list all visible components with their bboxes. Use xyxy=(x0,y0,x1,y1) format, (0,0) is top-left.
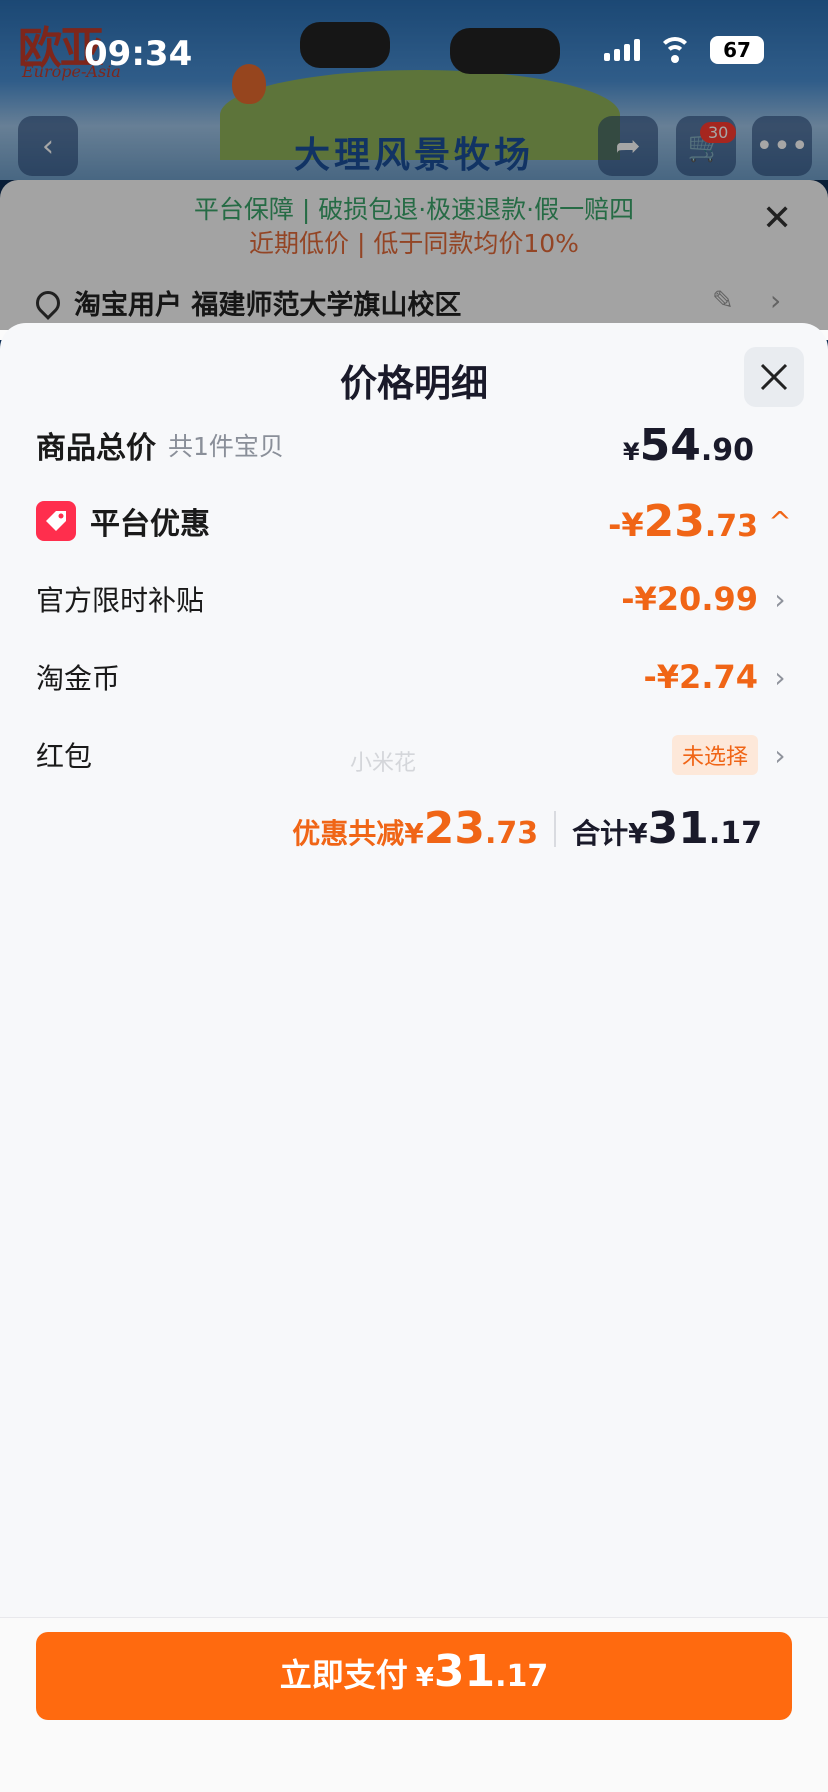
chevron-up-icon[interactable]: ^ xyxy=(768,505,792,538)
platform-discount-label: 平台优惠 xyxy=(90,507,210,542)
chevron-right-icon: › xyxy=(774,738,786,772)
status-time: 09:34 xyxy=(84,34,193,74)
goods-total-decimal: .90 xyxy=(700,432,754,468)
total-discount-decimal: .73 xyxy=(484,816,539,851)
pay-decimal: .17 xyxy=(495,1659,549,1694)
bottom-pay-bar: 立即支付 ¥ 31 .17 xyxy=(0,1617,828,1792)
goods-total-integer: 54 xyxy=(639,419,701,471)
cellular-signal-icon xyxy=(604,39,640,61)
subsidy-row[interactable]: 官方限时补贴 -¥20.99 › xyxy=(36,569,792,629)
close-icon xyxy=(760,363,788,391)
status-icons: 67 xyxy=(604,36,764,64)
platform-discount-price: -¥23.73 ^ xyxy=(608,491,792,551)
pay-integer: 31 xyxy=(433,1646,496,1697)
battery-icon: 67 xyxy=(710,36,764,64)
total-label: 合计¥ xyxy=(572,817,648,850)
coins-label: 淘金币 xyxy=(36,662,121,695)
red-packet-label: 红包 xyxy=(36,740,93,773)
discount-tag-icon xyxy=(36,501,76,541)
pay-now-button[interactable]: 立即支付 ¥ 31 .17 xyxy=(36,1632,792,1720)
total-discount-label: 优惠共减¥ xyxy=(292,817,424,850)
price-detail-modal: 价格明细 商品总价 共1件宝贝 ¥54.90 平台优惠 -¥23.73 ^ 官方… xyxy=(0,323,828,1792)
price-summary: 优惠共减¥ 23 .73 合计¥ 31 .17 xyxy=(292,803,762,854)
goods-total-label: 商品总价 xyxy=(36,431,156,466)
pay-currency: ¥ xyxy=(415,1663,434,1693)
coins-row[interactable]: 淘金币 -¥2.74 › xyxy=(36,647,792,707)
subsidy-label: 官方限时补贴 xyxy=(36,584,205,617)
coins-value-group: -¥2.74 › xyxy=(644,647,793,707)
chevron-right-icon: › xyxy=(774,660,786,694)
chevron-right-icon: › xyxy=(774,582,786,616)
goods-count: 共1件宝贝 xyxy=(168,432,284,461)
discount-prefix: -¥ xyxy=(608,505,644,544)
summary-divider xyxy=(554,810,557,847)
modal-title: 价格明细 xyxy=(340,362,488,405)
red-packet-value-group: 未选择 › xyxy=(671,725,792,785)
currency-symbol: ¥ xyxy=(622,437,640,466)
discount-integer: 23 xyxy=(643,495,705,547)
wifi-icon xyxy=(658,37,692,63)
pay-label: 立即支付 xyxy=(279,1656,408,1694)
total-integer: 31 xyxy=(647,803,709,854)
goods-total-row: 商品总价 共1件宝贝 ¥54.90 xyxy=(36,415,792,475)
total-decimal: .17 xyxy=(708,816,762,851)
coins-value: -¥2.74 xyxy=(643,658,759,696)
subsidy-value: -¥20.99 xyxy=(621,580,758,618)
not-selected-pill: 未选择 xyxy=(671,735,758,775)
discount-decimal: .73 xyxy=(704,508,758,544)
goods-total-price: ¥54.90 xyxy=(623,415,754,475)
platform-discount-row[interactable]: 平台优惠 -¥23.73 ^ xyxy=(36,491,792,551)
watermark: 小米花 xyxy=(350,751,417,776)
subsidy-value-group: -¥20.99 › xyxy=(621,569,792,629)
total-discount-integer: 23 xyxy=(423,803,485,854)
modal-close-button[interactable] xyxy=(744,347,804,407)
